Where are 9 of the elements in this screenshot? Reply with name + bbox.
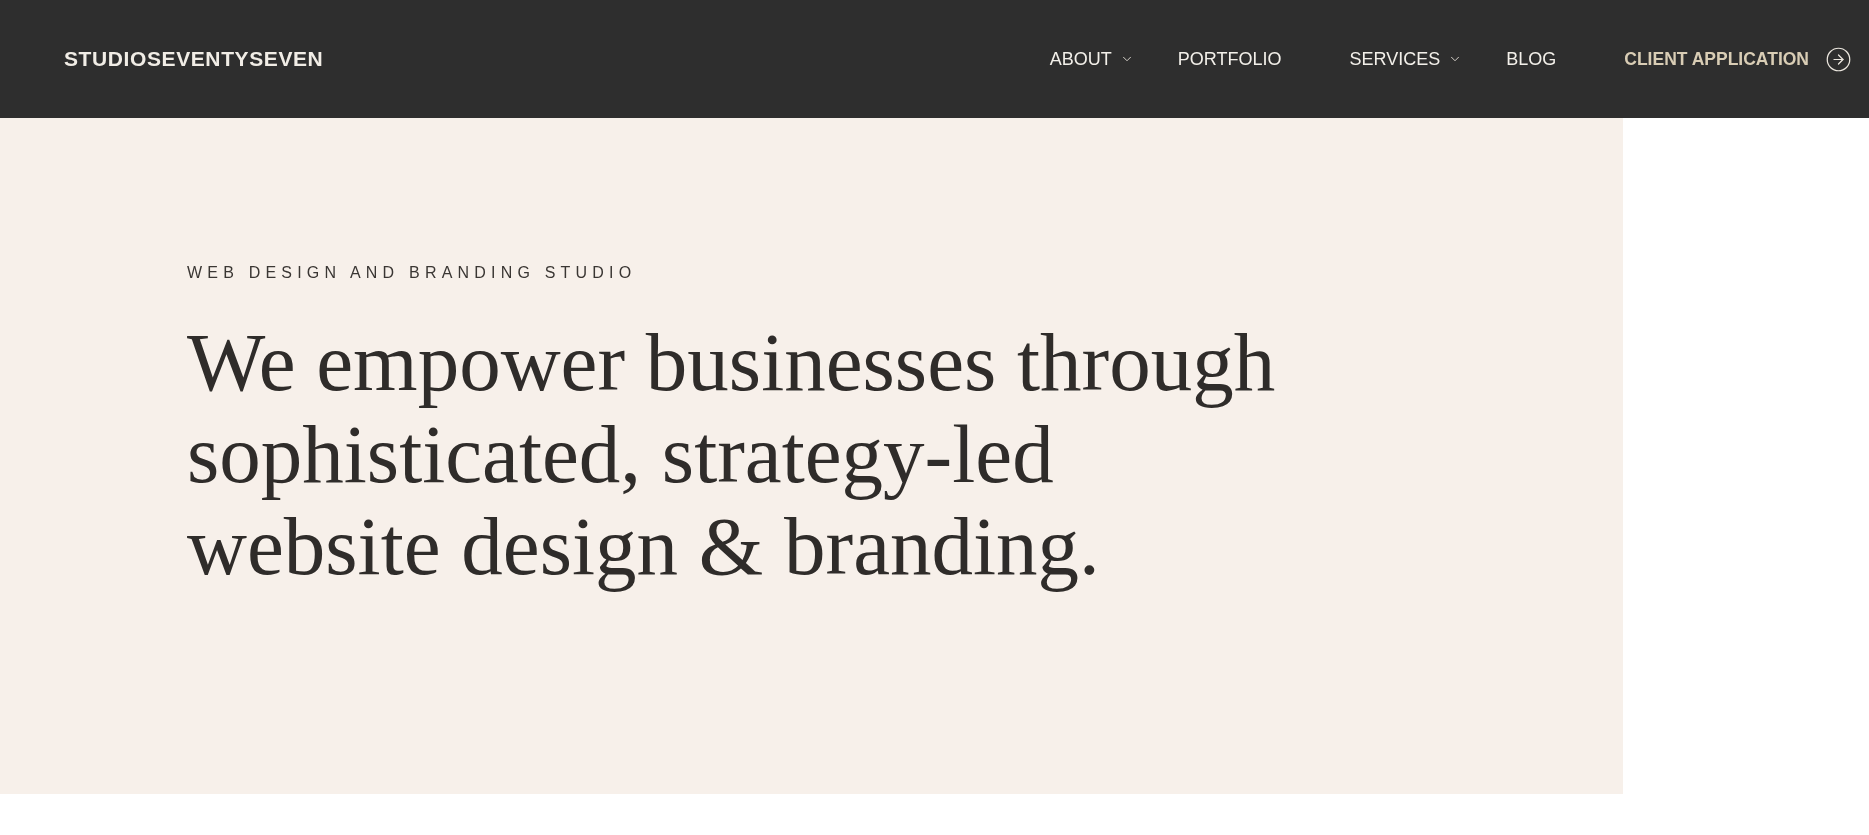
nav-link[interactable]: ABOUT [1049,45,1112,73]
client-application-link[interactable]: CLIENT APPLICATION [1624,45,1809,73]
hero-eyebrow: WEB DESIGN AND BRANDING STUDIO [187,263,637,283]
nav-link[interactable]: SERVICES [1349,45,1441,73]
nav-link[interactable]: BLOG [1506,45,1557,73]
nav-link[interactable]: PORTFOLIO [1177,45,1282,73]
arrow-circle-icon[interactable] [1825,45,1852,73]
brand-logo[interactable]: STUDIOSEVENTYSEVEN [64,43,324,75]
hero-headline: We empower businesses through sophisticated, strategy-led website design & branding. [187,316,1277,592]
